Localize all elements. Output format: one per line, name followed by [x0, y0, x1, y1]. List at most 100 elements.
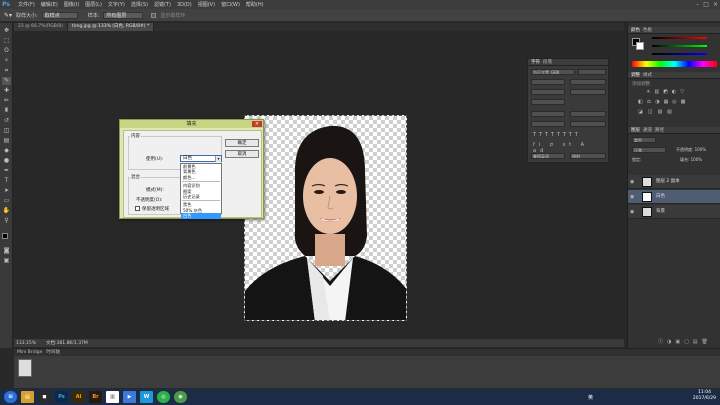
- tab-doc-timg[interactable]: timg.jpg @ 133% (白色, RGB/8#) *: [67, 23, 155, 31]
- foreground-color-swatch[interactable]: [2, 233, 8, 239]
- tracking-field[interactable]: [570, 89, 606, 95]
- quick-select-tool-icon[interactable]: ✧: [2, 57, 11, 65]
- show-ring-checkbox[interactable]: [151, 12, 157, 18]
- dialog-title-bar[interactable]: 填充 ×: [120, 120, 263, 128]
- dialog-close-icon[interactable]: ×: [252, 121, 262, 127]
- menu-select[interactable]: 选择(S): [131, 1, 148, 8]
- close-icon[interactable]: ×: [713, 0, 718, 9]
- screen-mode-icon[interactable]: ▣: [2, 257, 11, 265]
- path-select-icon[interactable]: ➤: [2, 187, 11, 195]
- opentype-buttons[interactable]: fi σ st A ad: [533, 142, 605, 154]
- type-tool-icon[interactable]: T: [2, 177, 11, 185]
- quick-mask-icon[interactable]: ◙: [2, 247, 11, 255]
- eraser-tool-icon[interactable]: ◫: [2, 127, 11, 135]
- layer-fill[interactable]: 填充: 100%: [680, 157, 702, 163]
- menu-image[interactable]: 图像(I): [64, 1, 79, 8]
- tab-adjustments[interactable]: 调整: [631, 72, 640, 78]
- app-icon[interactable]: ◼: [38, 391, 51, 403]
- sample-select[interactable]: 所有图层: [103, 11, 144, 19]
- document-app-icon[interactable]: ▥: [106, 391, 119, 403]
- menu-filter[interactable]: 滤镜(T): [154, 1, 171, 8]
- leading-field[interactable]: [570, 79, 606, 85]
- layer-row[interactable]: ◉ 背景: [628, 205, 720, 219]
- minimize-icon[interactable]: –: [696, 0, 699, 9]
- menu-file[interactable]: 文件(F): [18, 1, 35, 8]
- adjustment-icons-row-1[interactable]: ☀▥◩◐▽: [646, 89, 706, 95]
- layer-row[interactable]: ◉ 图层 2 副本: [628, 175, 720, 189]
- preserve-transparency-checkbox[interactable]: [135, 206, 140, 211]
- start-icon[interactable]: ⊞: [4, 391, 17, 403]
- cancel-button[interactable]: 取消: [225, 150, 259, 158]
- tab-character[interactable]: 字符: [531, 59, 540, 65]
- menu-edit[interactable]: 编辑(E): [41, 1, 58, 8]
- horizontal-scale-field[interactable]: [570, 111, 606, 117]
- browser-app-icon[interactable]: W: [140, 391, 153, 403]
- input-language[interactable]: 英: [588, 394, 593, 401]
- eye-icon[interactable]: ◉: [630, 179, 636, 185]
- clock[interactable]: 11:04 2017/6/29: [693, 390, 716, 402]
- kerning-field[interactable]: [531, 89, 565, 95]
- red-slider[interactable]: [652, 37, 707, 39]
- tab-channels[interactable]: 通道: [643, 127, 652, 133]
- eyedropper-icon[interactable]: ✎▾: [4, 12, 12, 19]
- font-family-select[interactable]: 方正大黑_GBK: [531, 69, 575, 75]
- menu-window[interactable]: 窗口(W): [221, 1, 240, 8]
- hand-tool-icon[interactable]: ✋: [2, 207, 11, 215]
- zoom-tool-icon[interactable]: ⚲: [2, 217, 11, 225]
- photoshop-taskbar-icon[interactable]: Ps: [55, 391, 68, 403]
- history-brush-icon[interactable]: ↺: [2, 117, 11, 125]
- maximize-icon[interactable]: □: [703, 0, 709, 9]
- explorer-icon[interactable]: ▤: [21, 391, 34, 403]
- font-style-select[interactable]: [578, 69, 606, 75]
- bridge-taskbar-icon[interactable]: Br: [89, 391, 102, 403]
- brush-tool-icon[interactable]: ✏: [2, 97, 11, 105]
- vertical-scale-field[interactable]: [531, 111, 565, 117]
- language-select[interactable]: 美国英语: [531, 153, 565, 159]
- tab-doc-23[interactable]: 23 @ 66.7%(RGB/8): [14, 23, 68, 31]
- tab-color[interactable]: 颜色: [631, 27, 640, 33]
- tab-swatches[interactable]: 色板: [643, 27, 652, 33]
- sample-size-select[interactable]: 取样点: [41, 11, 78, 19]
- layer-opacity[interactable]: 不透明度: 100%: [676, 147, 706, 153]
- bridge-thumbnail[interactable]: [18, 359, 32, 377]
- adjustment-icons-row-3[interactable]: ◪◫▨▧: [638, 109, 708, 115]
- eye-icon[interactable]: ◉: [630, 194, 636, 200]
- menu-layer[interactable]: 图层(L): [85, 1, 102, 8]
- blue-slider[interactable]: [652, 53, 707, 55]
- healing-tool-icon[interactable]: ✚: [2, 87, 11, 95]
- ok-button[interactable]: 确定: [225, 139, 259, 147]
- green-slider[interactable]: [652, 45, 707, 47]
- lasso-tool-icon[interactable]: ʘ: [2, 47, 11, 55]
- text-style-buttons[interactable]: TTTTTTTT: [533, 132, 605, 138]
- stamp-tool-icon[interactable]: ♜: [2, 107, 11, 115]
- zoom-level[interactable]: 133.15%: [16, 341, 36, 346]
- blur-tool-icon[interactable]: ◆: [2, 147, 11, 155]
- eye-icon[interactable]: ◉: [630, 209, 636, 215]
- gradient-tool-icon[interactable]: ▤: [2, 137, 11, 145]
- layer-row[interactable]: ◉ 白色: [628, 190, 720, 204]
- color-spectrum[interactable]: [632, 61, 717, 67]
- option-color[interactable]: 颜色...: [181, 175, 221, 180]
- blend-mode-select[interactable]: 正常: [632, 147, 666, 153]
- tab-paragraph[interactable]: 段落: [543, 59, 552, 65]
- menu-help[interactable]: 帮助(H): [246, 1, 264, 8]
- option-white[interactable]: 白色: [181, 213, 221, 219]
- bg-swatch[interactable]: [636, 42, 644, 50]
- tab-paths[interactable]: 路径: [655, 127, 664, 133]
- tab-timeline[interactable]: 时间轴: [46, 349, 60, 356]
- antialias-select[interactable]: 锐利: [570, 153, 606, 159]
- dodge-tool-icon[interactable]: ●: [2, 157, 11, 165]
- chat-app-icon[interactable]: ◉: [174, 391, 187, 403]
- baseline-field[interactable]: [531, 121, 565, 127]
- tab-styles[interactable]: 样式: [643, 72, 652, 78]
- layer-kind-filter[interactable]: 类型: [632, 137, 656, 143]
- scale-field[interactable]: [531, 99, 565, 105]
- color-field[interactable]: [570, 121, 606, 127]
- wechat-icon[interactable]: ◎: [157, 391, 170, 403]
- marquee-tool-icon[interactable]: ⬚: [2, 37, 11, 45]
- pen-tool-icon[interactable]: ✒: [2, 167, 11, 175]
- move-tool-icon[interactable]: ✥: [2, 27, 11, 35]
- crop-tool-icon[interactable]: ⌗: [2, 67, 11, 75]
- layer-action-buttons[interactable]: ⓕ◑▣▢▤🗑: [658, 338, 718, 345]
- shape-tool-icon[interactable]: ▭: [2, 197, 11, 205]
